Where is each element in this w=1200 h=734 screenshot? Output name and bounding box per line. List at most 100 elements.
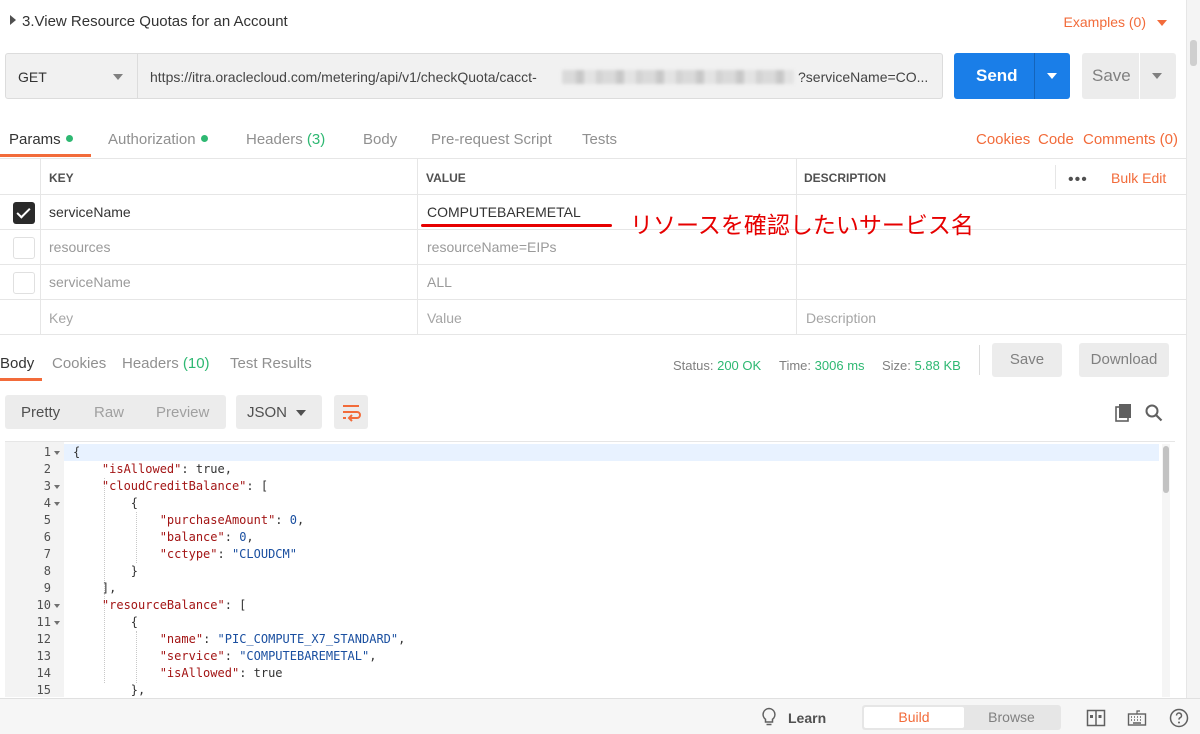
chevron-down-icon[interactable] <box>1157 20 1167 26</box>
code-line: "resourceBalance": [ <box>101 598 247 612</box>
active-tab-underline <box>0 378 42 381</box>
save-button[interactable]: Save <box>1082 53 1176 99</box>
chevron-down-icon[interactable] <box>1152 73 1162 79</box>
line-number: 4 <box>43 496 51 510</box>
tab-authorization[interactable]: Authorization <box>108 131 208 148</box>
tab-response-cookies[interactable]: Cookies <box>52 355 106 372</box>
check-icon[interactable] <box>13 202 35 224</box>
tab-response-headers[interactable]: Headers (10) <box>122 355 210 372</box>
tab-headers[interactable]: Headers (3) <box>246 131 325 148</box>
param-key[interactable]: serviceName <box>49 274 131 290</box>
code-line: "isAllowed": true <box>159 666 283 680</box>
fold-icon[interactable] <box>54 502 60 506</box>
search-icon[interactable] <box>1144 403 1164 423</box>
lightbulb-icon[interactable] <box>760 707 778 727</box>
line-number: 1 <box>43 445 51 459</box>
copy-icon[interactable] <box>1114 403 1134 423</box>
send-button[interactable]: Send <box>954 53 1070 99</box>
param-key[interactable]: serviceName <box>49 204 131 220</box>
time-label: Time: <box>779 358 812 373</box>
line-number: 15 <box>36 683 51 697</box>
help-icon[interactable] <box>1169 708 1189 728</box>
chevron-down-icon[interactable] <box>1047 73 1057 79</box>
request-title[interactable]: 3.View Resource Quotas for an Account <box>22 13 288 30</box>
fold-icon[interactable] <box>54 621 60 625</box>
code-line: { <box>73 496 139 510</box>
page-scrollbar[interactable] <box>1186 0 1200 734</box>
row-checkbox[interactable] <box>13 237 35 259</box>
tab-prerequest-script[interactable]: Pre-request Script <box>431 131 552 148</box>
tab-authorization-label: Authorization <box>108 131 196 148</box>
tab-tests[interactable]: Tests <box>582 131 617 148</box>
code-line: }, <box>73 683 146 697</box>
redacted-account-id <box>562 70 794 84</box>
bulk-edit-link[interactable]: Bulk Edit <box>1111 170 1166 186</box>
response-code-editor[interactable]: 1 2 3 4 5 6 7 8 9 10 11 12 13 14 15 { "i… <box>5 441 1175 697</box>
cookies-link[interactable]: Cookies <box>976 131 1030 148</box>
row-checkbox[interactable] <box>13 272 35 294</box>
tab-test-results[interactable]: Test Results <box>230 355 312 372</box>
view-preview[interactable]: Preview <box>156 404 209 421</box>
fold-icon[interactable] <box>54 451 60 455</box>
line-number: 10 <box>36 598 51 612</box>
param-value[interactable]: COMPUTEBAREMETAL <box>427 204 581 220</box>
download-button[interactable]: Download <box>1079 343 1169 377</box>
learn-link[interactable]: Learn <box>788 710 826 726</box>
save-response-button[interactable]: Save <box>992 343 1062 377</box>
wrap-button[interactable] <box>334 395 368 429</box>
time-value: 3006 ms <box>814 358 865 373</box>
browse-tab[interactable]: Browse <box>964 707 1059 728</box>
code-link[interactable]: Code <box>1038 131 1074 148</box>
annotation-underline <box>421 224 612 227</box>
page-scrollbar-thumb[interactable] <box>1190 40 1197 66</box>
code-line: "cloudCreditBalance": [ <box>101 479 269 493</box>
param-value[interactable]: ALL <box>427 274 452 290</box>
line-number: 12 <box>36 632 51 646</box>
view-pretty[interactable]: Pretty <box>21 404 60 421</box>
key-input[interactable]: Key <box>49 310 73 326</box>
table-header: KEY VALUE DESCRIPTION ••• Bulk Edit <box>0 158 1186 195</box>
column-divider <box>417 265 418 299</box>
method-label: GET <box>18 69 47 85</box>
tab-response-body[interactable]: Body <box>0 355 34 372</box>
fold-icon[interactable] <box>54 604 60 608</box>
description-input[interactable]: Description <box>806 310 876 326</box>
column-divider <box>417 300 418 334</box>
header-divider <box>1055 165 1056 189</box>
response-status: Status: 200 OK <box>673 358 761 373</box>
status-footer: Learn Build Browse <box>0 698 1200 734</box>
line-number: 11 <box>36 615 51 629</box>
method-select[interactable]: GET <box>5 53 138 99</box>
tab-params[interactable]: Params <box>9 131 73 148</box>
code-line: { <box>73 615 139 629</box>
format-select[interactable]: JSON <box>236 395 322 429</box>
url-input[interactable]: https://itra.oraclecloud.com/metering/ap… <box>138 53 943 99</box>
table-row-new: Key Value Description <box>0 300 1186 335</box>
size-value: 5.88 KB <box>914 358 961 373</box>
send-label: Send <box>976 66 1018 85</box>
column-divider <box>417 230 418 264</box>
view-raw[interactable]: Raw <box>94 404 124 421</box>
fold-icon[interactable] <box>54 485 60 489</box>
line-number: 13 <box>36 649 51 663</box>
param-key[interactable]: resources <box>49 239 110 255</box>
comments-link[interactable]: Comments (0) <box>1083 131 1178 148</box>
table-row: serviceName ALL <box>0 265 1186 300</box>
caret-right-icon[interactable] <box>10 15 16 25</box>
keyboard-icon[interactable] <box>1127 708 1147 728</box>
more-icon[interactable]: ••• <box>1068 171 1088 189</box>
two-pane-icon[interactable] <box>1086 708 1106 728</box>
tab-response-headers-label: Headers <box>122 355 179 372</box>
url-suffix: ?serviceName=CO... <box>798 69 929 85</box>
active-tab-underline <box>0 154 91 157</box>
tab-body[interactable]: Body <box>363 131 397 148</box>
status-label: Status: <box>673 358 714 373</box>
examples-link[interactable]: Examples (0) <box>1064 14 1146 30</box>
param-value[interactable]: resourceName=EIPs <box>427 239 557 255</box>
response-time: Time: 3006 ms <box>779 358 865 373</box>
build-tab[interactable]: Build <box>864 707 964 728</box>
code-scrollbar-thumb[interactable] <box>1163 446 1169 493</box>
value-input[interactable]: Value <box>427 310 462 326</box>
line-number: 14 <box>36 666 51 680</box>
line-number: 9 <box>43 581 51 595</box>
